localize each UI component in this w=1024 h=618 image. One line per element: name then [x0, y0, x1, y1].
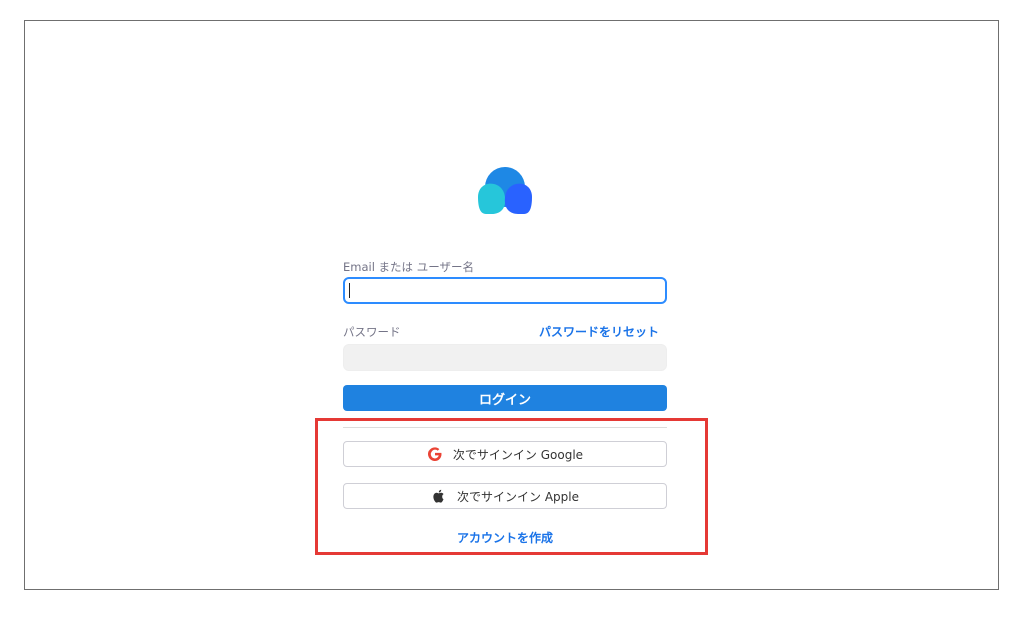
- apple-signin-button[interactable]: 次でサインイン Apple: [343, 483, 667, 509]
- divider: [343, 427, 667, 428]
- login-button[interactable]: ログイン: [343, 385, 667, 411]
- password-input[interactable]: [343, 344, 667, 371]
- text-caret: [349, 283, 350, 298]
- email-input[interactable]: [343, 277, 667, 304]
- reset-password-link[interactable]: パスワードをリセット: [539, 323, 659, 340]
- cloud-logo-icon: [478, 167, 532, 214]
- password-label: パスワード: [343, 325, 401, 339]
- create-account-link[interactable]: アカウントを作成: [343, 529, 667, 546]
- apple-signin-label: 次でサインイン Apple: [457, 489, 579, 504]
- google-g-icon: [427, 446, 443, 462]
- email-label: Email または ユーザー名: [343, 260, 474, 274]
- google-signin-button[interactable]: 次でサインイン Google: [343, 441, 667, 467]
- google-signin-label: 次でサインイン Google: [452, 447, 584, 462]
- apple-icon: [431, 488, 447, 504]
